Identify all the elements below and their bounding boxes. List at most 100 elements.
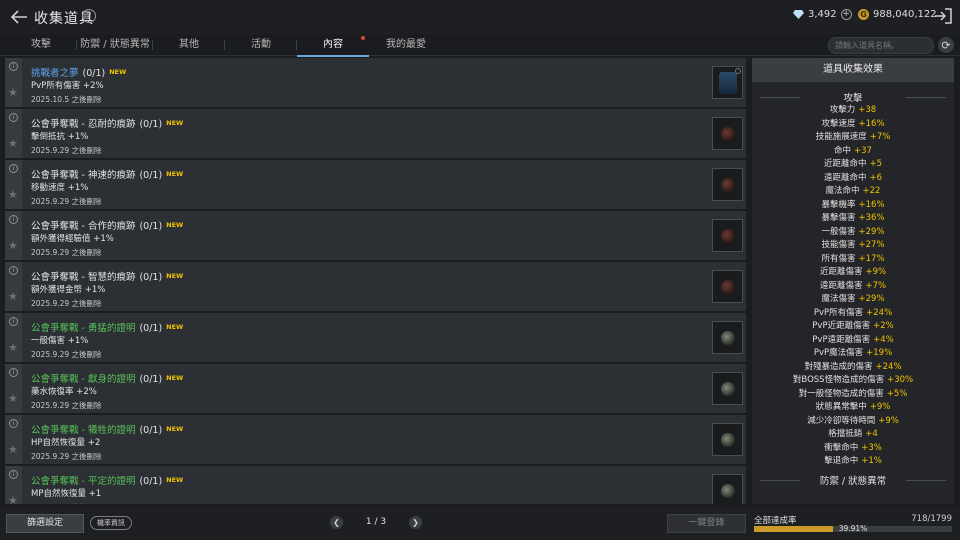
item-effect: PvP所有傷害 +2% (31, 81, 104, 91)
item-side-bar: i ★ (5, 466, 22, 504)
stat-name: PvP遠距離傷害 (812, 334, 871, 345)
add-diamond-icon[interactable]: + (840, 9, 852, 20)
item-expire: 2025.9.29 之後刪除 (31, 502, 102, 504)
favorite-star-icon[interactable]: ★ (8, 290, 18, 303)
info-icon[interactable]: i (9, 113, 18, 122)
exit-icon[interactable] (933, 7, 953, 25)
progress-count: 718/1799 (911, 514, 952, 524)
stat-name: 擊退命中 (824, 456, 859, 466)
filter-settings-button[interactable]: 篩選設定 (6, 514, 84, 533)
new-badge: NEW (166, 476, 184, 484)
gold-amount: 988,040,122 (873, 9, 937, 20)
stat-name: 遠距離命中 (823, 172, 867, 183)
stat-line: 遠距離命中 +6 (752, 172, 954, 186)
favorite-star-icon[interactable]: ★ (8, 86, 18, 99)
favorite-star-icon[interactable]: ★ (8, 341, 18, 354)
favorite-star-icon[interactable]: ★ (8, 137, 18, 150)
item-effect: 一般傷害 +1% (31, 336, 89, 346)
top-bar: 收集道具 ? 3,492 + G 988,040,122 (0, 0, 960, 34)
item-image (719, 72, 737, 94)
register-all-button[interactable]: 一鍵登錄 (667, 514, 746, 533)
stat-name: PvP所有傷害 (813, 307, 864, 318)
tab-content[interactable]: 內容 (297, 34, 369, 57)
stat-name: PvP魔法傷害 (813, 348, 864, 358)
refresh-icon[interactable]: ⟳ (938, 37, 954, 53)
tab-content-label: 內容 (323, 39, 343, 50)
stat-name: 暴擊機率 (821, 199, 856, 210)
favorite-star-icon[interactable]: ★ (8, 188, 18, 201)
list-item[interactable]: i ★ 公會爭奪戰 - 合作的痕跡 (0/1) NEW 額外獲得經驗值 +1% 2025.9… (5, 211, 746, 260)
section-attack: 攻擊 (752, 90, 954, 104)
stat-line: 命中 +37 (752, 145, 954, 159)
item-image (721, 433, 735, 447)
stat-value: +4% (873, 334, 894, 345)
info-icon[interactable]: i (9, 368, 18, 377)
item-thumbnail[interactable] (712, 372, 743, 405)
item-effect: MP自然恢復量 +1 (31, 489, 102, 499)
favorite-star-icon[interactable]: ★ (8, 392, 18, 405)
item-thumbnail[interactable] (712, 168, 743, 201)
tab-event[interactable]: 活動 (225, 34, 297, 56)
list-item[interactable]: i ★ 公會爭奪戰 - 忍耐的痕跡 (0/1) NEW 擊倒抵抗 +1% 2025.9.29… (5, 109, 746, 158)
item-thumbnail[interactable] (712, 423, 743, 456)
item-list[interactable]: i ★ 挑戰者之夢 (0/1) NEW PvP所有傷害 +2% 2025.10.5 之後刪除… (5, 58, 746, 504)
back-arrow-icon[interactable] (8, 7, 30, 27)
stat-value: +7% (869, 132, 891, 142)
probability-info-button[interactable]: 機率資訊 (90, 516, 132, 530)
corner-indicator-icon (735, 68, 741, 74)
list-item[interactable]: i★公會爭奪戰 - 平定的證明(0/1)NEWMP自然恢復量 +12025.9.… (5, 466, 746, 504)
stat-line: 減少冷卻等待時間 +9% (752, 415, 954, 429)
list-item[interactable]: i ★ 公會爭奪戰 - 犧牲的證明 (0/1) NEW HP自然恢復量 +2 2025.9.… (5, 415, 746, 464)
item-thumbnail[interactable] (712, 321, 743, 354)
list-item[interactable]: i ★ 公會爭奪戰 - 獻身的證明 (0/1) NEW 藥水恢復率 +2% 2025.9.2… (5, 364, 746, 413)
item-count: (0/1) (82, 68, 106, 79)
item-thumbnail[interactable] (712, 117, 743, 150)
tab-other[interactable]: 其他 (153, 34, 225, 56)
stat-value: +30% (887, 375, 914, 385)
tab-defense[interactable]: 防禦 / 狀態異常 (77, 34, 153, 56)
stat-name: 狀態異常擊中 (815, 402, 867, 412)
info-icon[interactable]: i (9, 215, 18, 224)
favorite-star-icon[interactable]: ★ (8, 443, 18, 456)
stat-name: 攻擊力 (829, 105, 856, 115)
stat-value: +4 (865, 429, 878, 439)
item-thumbnail[interactable] (712, 66, 743, 99)
item-thumbnail[interactable] (712, 219, 743, 252)
list-item[interactable]: i ★ 公會爭奪戰 - 神速的痕跡 (0/1) NEW 移動速度 +1% 2025.9.29… (5, 160, 746, 209)
item-name: 公會爭奪戰 - 平定的證明 (0/1) NEW (31, 473, 183, 487)
favorite-star-icon[interactable]: ★ (8, 239, 18, 252)
item-side-bar: i ★ (5, 262, 22, 311)
list-item[interactable]: i ★ 挑戰者之夢 (0/1) NEW PvP所有傷害 +2% 2025.10.5 之後刪除 (5, 58, 746, 107)
item-side-bar: i ★ (5, 415, 22, 464)
info-icon[interactable]: i (9, 62, 18, 71)
help-icon[interactable]: ? (82, 9, 96, 23)
item-name: 挑戰者之夢 (0/1) NEW (31, 65, 126, 79)
item-expire: 2025.9.29 之後刪除 (31, 248, 102, 257)
stat-value: +16% (858, 118, 885, 129)
stat-value: +29% (858, 294, 885, 304)
list-item[interactable]: i ★ 公會爭奪戰 - 勇猛的證明 (0/1) NEW 一般傷害 +1% 2025.9.29… (5, 313, 746, 362)
item-thumbnail[interactable] (712, 270, 743, 303)
stat-name: 對一般怪物造成的傷害 (798, 388, 884, 399)
tab-favorites[interactable]: 我的最愛 (370, 34, 442, 56)
info-icon[interactable]: i (9, 470, 18, 479)
stat-value: +19% (866, 348, 893, 358)
favorite-star-icon[interactable]: ★ (8, 494, 18, 504)
tab-attack[interactable]: 攻擊 (5, 34, 77, 56)
stat-name: 魔法傷害 (821, 294, 856, 304)
info-icon[interactable]: i (9, 164, 18, 173)
prev-page-icon[interactable]: ❮ (330, 516, 343, 529)
item-expire: 2025.9.29 之後刪除 (31, 350, 102, 359)
info-icon[interactable]: i (9, 317, 18, 326)
stat-value: +5 (869, 159, 883, 169)
info-icon[interactable]: i (9, 419, 18, 428)
item-expire: 2025.9.29 之後刪除 (31, 146, 102, 155)
info-icon[interactable]: i (9, 266, 18, 275)
item-count: (0/1) (139, 476, 163, 487)
collection-effect-panel[interactable]: 道具收集效果 攻擊 攻擊力 +38 攻擊速度 +16% 技能施展速度 +7% 命中 +37 近距… (752, 58, 954, 504)
next-page-icon[interactable]: ❯ (409, 516, 422, 529)
search-input[interactable] (828, 37, 934, 54)
list-item[interactable]: i ★ 公會爭奪戰 - 智慧的痕跡 (0/1) NEW 額外獲得金幣 +1% 2025.9.… (5, 262, 746, 311)
stat-name: 近距離命中 (823, 159, 867, 169)
item-thumbnail[interactable] (712, 474, 743, 504)
